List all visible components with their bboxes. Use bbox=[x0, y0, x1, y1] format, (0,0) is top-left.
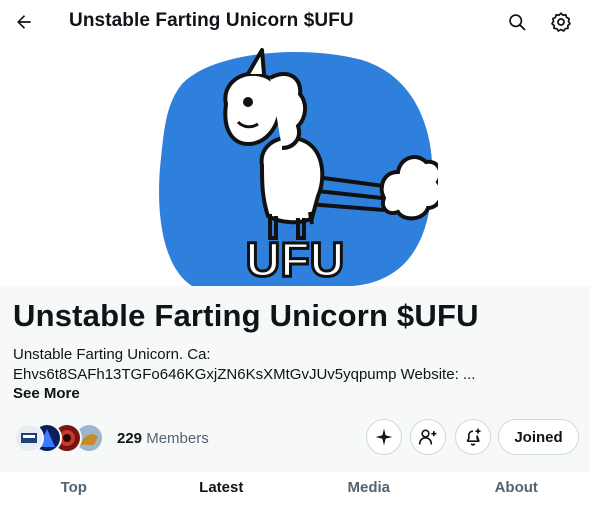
unicorn-logo-image: UFU bbox=[159, 48, 438, 286]
description-line-1: Unstable Farting Unicorn. Ca: bbox=[13, 346, 211, 363]
avatar bbox=[14, 423, 44, 453]
member-count-label: Members bbox=[146, 430, 209, 447]
community-banner-image[interactable]: UFU bbox=[152, 48, 438, 286]
banner-area: UFU bbox=[0, 44, 590, 286]
page-title: Unstable Farting Unicorn $UFU bbox=[69, 10, 354, 31]
tab-latest[interactable]: Latest bbox=[148, 472, 296, 513]
search-icon bbox=[509, 14, 526, 31]
description-line-2: Ehvs6t8SAFh13TGFo646KGxjZN6KsXMtGvJUv5yq… bbox=[13, 366, 476, 383]
member-count[interactable]: 229 Members bbox=[117, 430, 209, 447]
top-bar: Unstable Farting Unicorn $UFU bbox=[0, 0, 590, 44]
settings-button[interactable] bbox=[547, 8, 575, 36]
member-count-number: 229 bbox=[117, 430, 143, 447]
invite-button[interactable] bbox=[410, 419, 446, 455]
search-button[interactable] bbox=[503, 8, 531, 36]
bell-plus-icon bbox=[466, 428, 481, 446]
notifications-button[interactable] bbox=[455, 419, 491, 455]
arrow-left-icon bbox=[17, 15, 31, 29]
community-info-panel: Unstable Farting Unicorn $UFU Unstable F… bbox=[0, 286, 590, 472]
member-avatars[interactable] bbox=[14, 423, 106, 453]
joined-button[interactable]: Joined bbox=[498, 419, 579, 455]
community-name: Unstable Farting Unicorn $UFU bbox=[13, 298, 479, 333]
logo-text: UFU bbox=[246, 234, 345, 286]
see-more-link[interactable]: See More bbox=[13, 385, 80, 402]
sparkle-icon bbox=[375, 428, 393, 446]
grok-sparkle-button[interactable] bbox=[366, 419, 402, 455]
community-description: Unstable Farting Unicorn. Ca: Ehvs6t8SAF… bbox=[13, 345, 573, 385]
add-person-icon bbox=[418, 429, 437, 445]
tab-media[interactable]: Media bbox=[295, 472, 443, 513]
tab-about[interactable]: About bbox=[443, 472, 590, 513]
community-tabs: Top Latest Media About bbox=[0, 472, 590, 513]
gear-icon bbox=[551, 12, 571, 32]
back-button[interactable] bbox=[10, 8, 38, 36]
tab-top[interactable]: Top bbox=[0, 472, 148, 513]
